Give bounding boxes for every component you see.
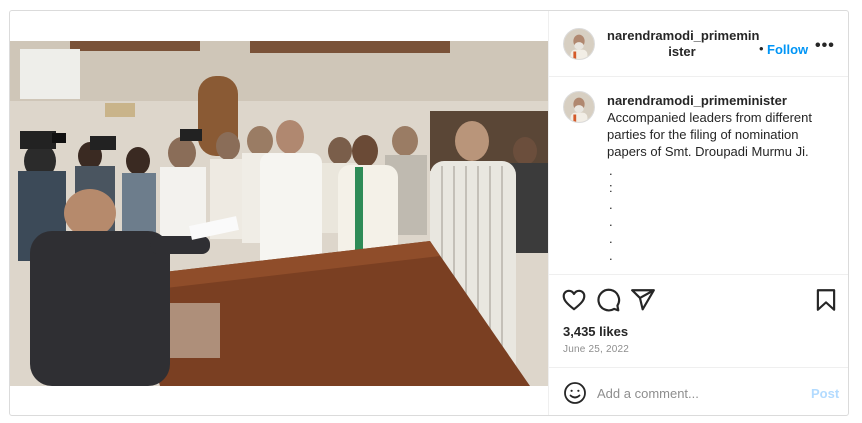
header-username[interactable]: narendramodi_primemin ister: [607, 28, 760, 60]
likes-count[interactable]: 3,435 likes: [563, 324, 628, 339]
comment-bar: Post: [549, 367, 848, 415]
post-header: narendramodi_primemin ister • Follow •••: [549, 11, 848, 77]
bookmark-icon[interactable]: [813, 287, 839, 313]
follow-button[interactable]: Follow: [767, 42, 808, 57]
post-actions: [549, 283, 848, 317]
avatar[interactable]: [563, 28, 595, 60]
caption-dot: .: [609, 197, 613, 212]
caption-dot: .: [609, 231, 613, 246]
post-comment-button[interactable]: Post: [811, 386, 839, 401]
emoji-icon[interactable]: [563, 381, 587, 405]
avatar-image: [564, 29, 594, 59]
post-date[interactable]: June 25, 2022: [563, 344, 629, 355]
caption-username[interactable]: narendramodi_primeminister: [607, 93, 787, 108]
post-side-panel: narendramodi_primemin ister • Follow •••…: [548, 11, 848, 415]
post-photo-illustration: [10, 41, 548, 386]
caption-line: papers of Smt. Droupadi Murmu Ji.: [607, 144, 809, 159]
separator-dot: •: [759, 41, 764, 56]
instagram-post-card: narendramodi_primemin ister • Follow •••…: [9, 10, 849, 416]
caption-dot: .: [609, 214, 613, 229]
post-caption: narendramodi_primeminister Accompanied l…: [549, 77, 848, 275]
post-photo[interactable]: [10, 41, 548, 386]
caption-line: Accompanied leaders from different: [607, 110, 812, 125]
comment-icon[interactable]: [595, 287, 621, 313]
avatar-image: [564, 92, 594, 122]
caption-dot: :: [609, 180, 613, 195]
caption-dot: .: [609, 163, 613, 178]
caption-avatar[interactable]: [563, 91, 595, 123]
caption-dot: .: [609, 248, 613, 263]
header-username-line2: ister: [668, 44, 696, 59]
more-options-icon[interactable]: •••: [815, 37, 835, 55]
header-username-line1: narendramodi_primemin: [607, 28, 760, 43]
heart-icon[interactable]: [561, 287, 587, 313]
caption-dots: . : . . . . .: [609, 162, 613, 275]
share-icon[interactable]: [630, 287, 656, 313]
caption-dot: .: [609, 265, 613, 275]
caption-line: parties for the filing of nomination: [607, 127, 799, 142]
comment-input[interactable]: [597, 382, 797, 404]
caption-text: Accompanied leaders from different parti…: [607, 109, 837, 160]
